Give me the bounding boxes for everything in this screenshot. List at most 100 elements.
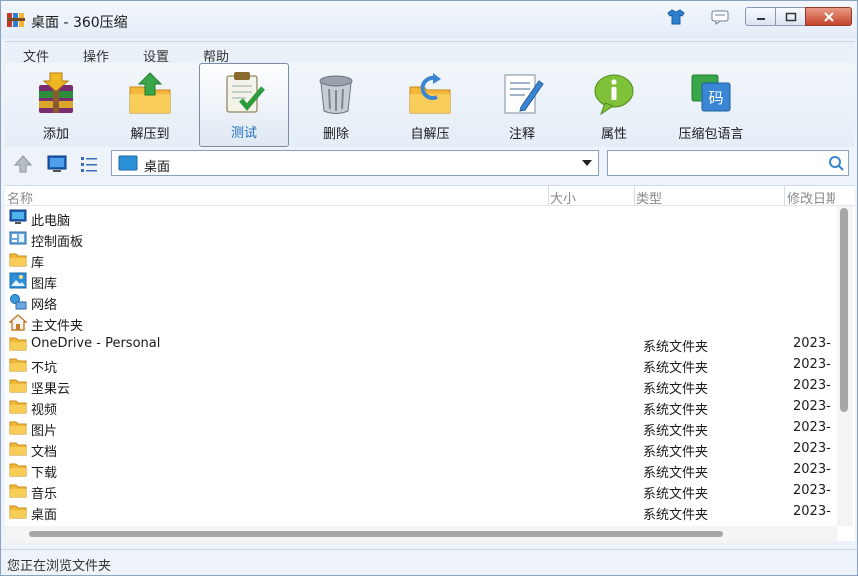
file-row[interactable]: 坚果云 系统文件夹 2023- [5,375,835,397]
desktop-view-button[interactable] [45,153,69,175]
file-name: OneDrive - Personal [31,336,161,351]
file-row[interactable]: 库 [5,249,835,271]
status-text: 您正在浏览文件夹 [7,559,112,574]
current-path: 桌面 [144,160,171,175]
horizontal-scrollbar[interactable] [5,526,837,542]
file-row[interactable]: 控制面板 [5,228,835,250]
delete-button[interactable]: 删除 [291,65,381,147]
file-list[interactable]: 名称 大小 类型 修改日期 此电脑 控制面板库图库 网络 主文件夹 OneDrive -… [5,185,855,542]
vertical-scroll-thumb[interactable] [840,208,848,412]
file-row[interactable]: 音乐 系统文件夹 2023- [5,480,835,502]
add-button[interactable]: 添加 [11,65,101,147]
self-extract-icon [409,73,451,114]
svg-text:码: 码 [708,89,723,107]
file-type: 系统文件夹 [643,361,709,376]
self-extract-button[interactable]: 自解压 [385,65,475,147]
column-divider[interactable] [634,186,635,206]
column-type[interactable]: 类型 [636,188,662,207]
file-date: 2023- [793,336,831,351]
extract-folder-icon [129,72,171,114]
folder-icon [9,358,27,372]
file-date: 2023- [793,504,831,519]
column-size[interactable]: 大小 [550,188,576,207]
file-row[interactable]: 图片 系统文件夹 2023- [5,417,835,439]
file-name: 文档 [31,445,58,460]
properties-label: 属性 [600,127,627,142]
test-button[interactable]: 测试 [199,63,289,147]
properties-button[interactable]: 属性 [569,65,659,147]
column-divider[interactable] [548,186,549,206]
file-row[interactable]: 视频 系统文件夹 2023- [5,396,835,418]
file-row[interactable]: 此电脑 [5,207,835,229]
archive-language-label: 压缩包语言 [678,127,744,142]
network-icon [10,294,27,310]
list-view-icon [81,157,97,172]
folder-icon [9,484,27,498]
app-window: 桌面 - 360压缩 文件 操作 设置 帮助 添加 解压到 测试 删除 自解压 … [0,0,858,576]
file-date: 2023- [793,378,831,393]
address-bar: 桌面 [5,147,855,183]
file-row[interactable]: 文档 系统文件夹 2023- [5,438,835,460]
minimize-button[interactable] [745,7,776,26]
delete-label: 删除 [322,127,349,142]
folder-icon [9,337,27,351]
file-type: 系统文件夹 [643,424,709,439]
comment-button[interactable]: 注释 [477,65,567,147]
file-row[interactable]: 不坑 系统文件夹 2023- [5,354,835,376]
vertical-scrollbar[interactable] [837,206,853,526]
toolbar: 添加 解压到 测试 删除 自解压 注释 属性 码 压缩包语言 [5,63,855,147]
folder-icon [9,379,27,393]
maximize-button[interactable] [775,7,806,26]
file-row[interactable]: 主文件夹 [5,312,835,334]
comment-pencil-icon [504,74,544,114]
skin-button[interactable] [665,7,687,27]
monitor-icon [47,155,67,172]
file-row[interactable]: 网络 [5,291,835,313]
minimize-icon [756,17,765,20]
archive-language-button[interactable]: 码 压缩包语言 [661,65,761,147]
file-date: 2023- [793,462,831,477]
file-name: 视频 [31,403,58,418]
extract-to-button[interactable]: 解压到 [105,65,195,147]
folder-icon [9,253,27,267]
search-icon[interactable] [828,155,844,171]
close-icon [823,11,834,22]
column-divider[interactable] [784,186,785,206]
trash-bin-icon [319,75,353,114]
column-header: 名称 大小 类型 修改日期 [5,186,855,207]
file-row[interactable]: OneDrive - Personal 系统文件夹 2023- [5,333,835,355]
up-button[interactable] [11,153,35,175]
folder-icon [9,400,27,414]
file-type: 系统文件夹 [643,340,709,355]
feedback-button[interactable] [709,7,731,27]
language-code-icon: 码 [691,74,731,112]
file-row[interactable]: 桌面 系统文件夹 2023- [5,501,835,523]
gallery-icon [9,272,27,289]
shirt-icon [667,9,685,25]
add-archive-icon [39,72,73,113]
control-panel-icon [9,231,27,245]
file-name: 图片 [31,424,58,439]
menu-bar: 文件 操作 设置 帮助 [5,41,855,65]
column-modified[interactable]: 修改日期 [787,188,835,207]
title-bar[interactable]: 桌面 - 360压缩 [1,1,857,39]
search-field[interactable] [607,150,849,176]
list-view-button[interactable] [77,153,101,175]
test-clipboard-icon [226,72,265,113]
file-name: 库 [31,256,45,271]
file-row[interactable]: 图库 [5,270,835,292]
file-name: 坚果云 [31,382,71,397]
message-icon [711,10,729,25]
file-type: 系统文件夹 [643,403,709,418]
computer-icon [9,209,27,224]
file-row[interactable]: 下载 系统文件夹 2023- [5,459,835,481]
file-name: 下载 [31,466,58,481]
comment-label: 注释 [508,127,535,142]
close-button[interactable] [805,7,852,26]
chevron-down-icon[interactable] [582,160,592,166]
path-combobox[interactable]: 桌面 [111,150,599,176]
horizontal-scroll-thumb[interactable] [29,531,723,537]
column-name[interactable]: 名称 [7,188,33,207]
status-bar: 您正在浏览文件夹 [1,549,857,575]
folder-icon [9,463,27,477]
